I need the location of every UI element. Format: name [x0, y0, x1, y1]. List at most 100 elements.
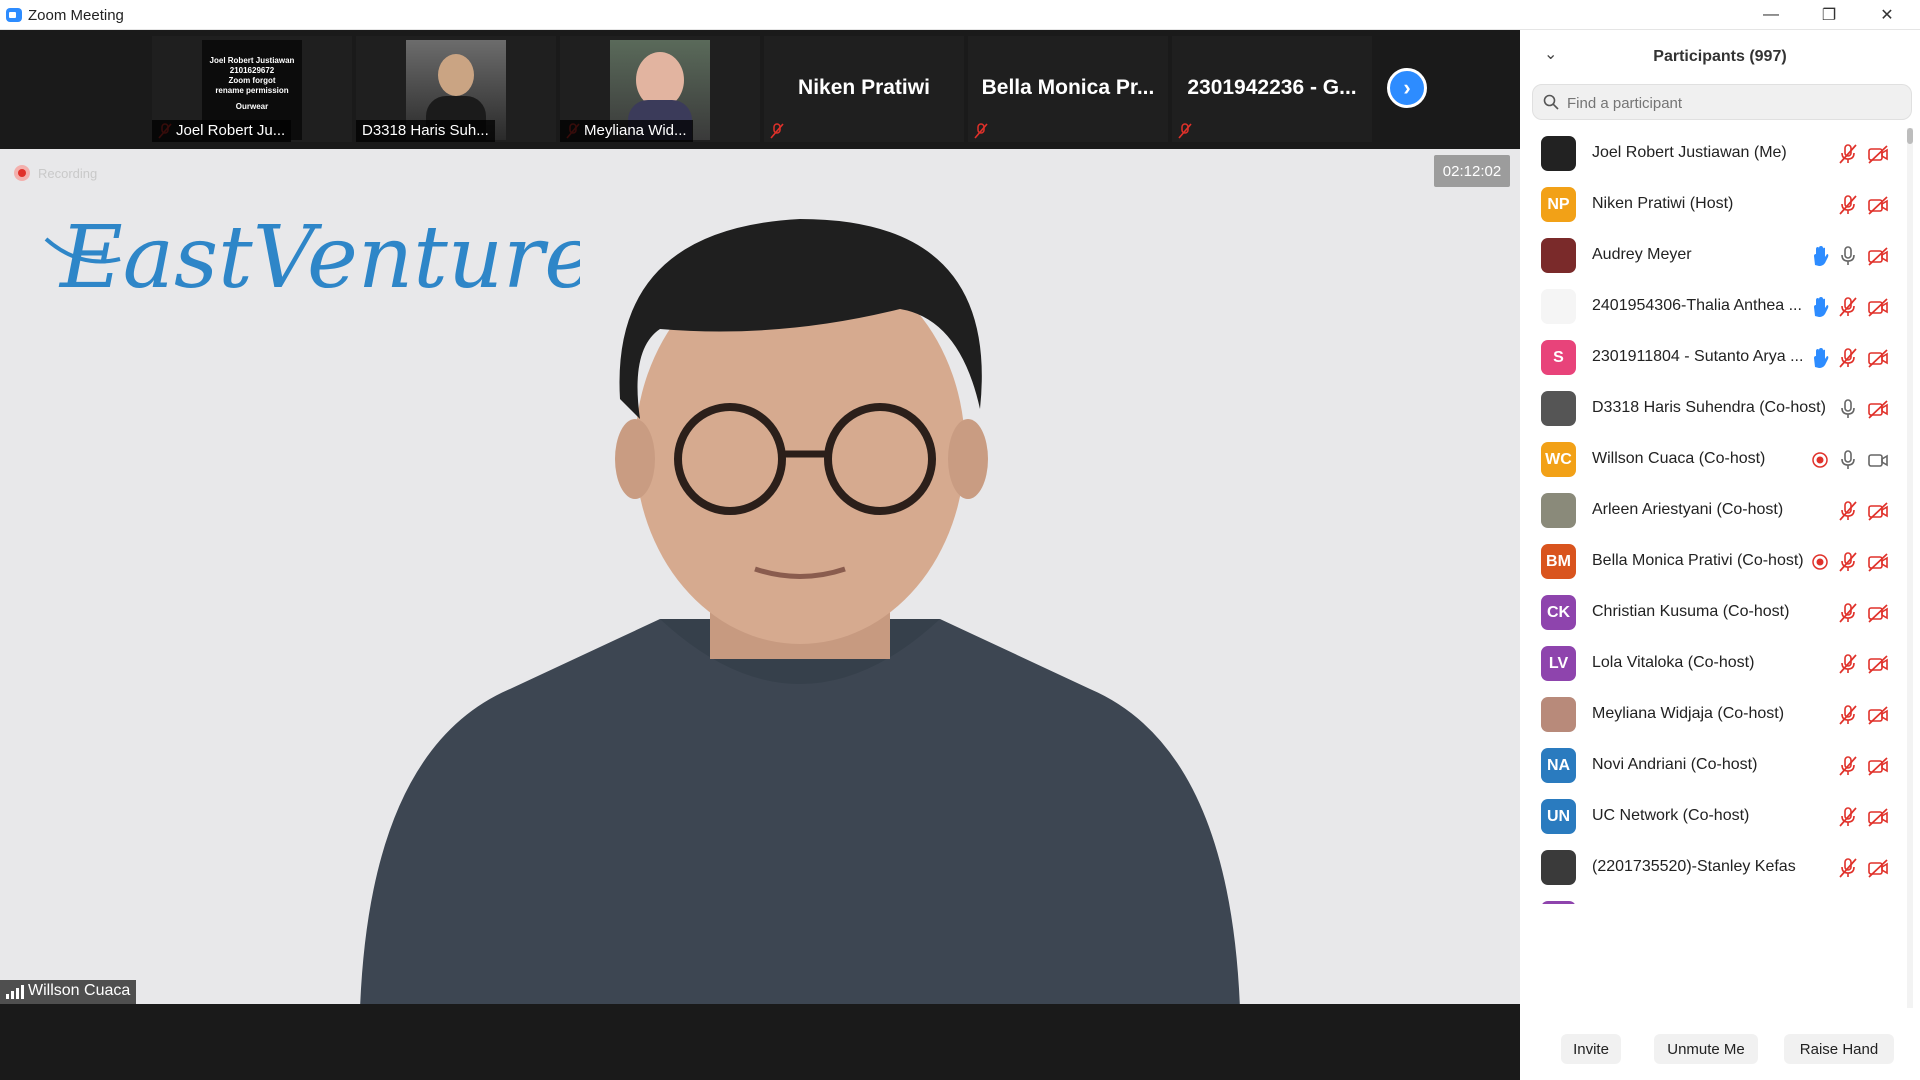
close-button[interactable]: ✕ [1858, 0, 1916, 30]
unmute-me-button[interactable]: Unmute Me [1654, 1034, 1758, 1064]
participant-list: Joel Robert Justiawan (Me) NP Niken Pratiw… [1520, 129, 1910, 904]
participant-name: D3318 Haris Suhendra (Co-host) [1592, 399, 1826, 416]
speaker-name: Willson Cuaca [28, 982, 131, 999]
participant-row[interactable]: D3318 Haris Suhendra (Co-host) [1520, 384, 1910, 435]
video-icon[interactable] [1867, 449, 1889, 471]
thumbnail-bella[interactable]: Bella Monica Pr... [968, 36, 1168, 142]
thumbnail-meyliana[interactable]: Meyliana Wid... [560, 36, 760, 142]
participant-row[interactable]: Audrey Meyer [1520, 231, 1910, 282]
title-bar: Zoom Meeting — ❐ ✕ [0, 0, 1920, 30]
participant-search[interactable] [1532, 84, 1912, 120]
video-off-icon[interactable] [1867, 704, 1889, 726]
mic-muted-icon[interactable] [1837, 500, 1859, 522]
participant-row[interactable]: BM Bella Monica Prativi (Co-host) [1520, 537, 1910, 588]
video-off-icon[interactable] [1867, 143, 1889, 165]
participant-avatar: S [1541, 340, 1576, 375]
mic-muted-icon[interactable] [1837, 551, 1859, 573]
video-off-icon[interactable] [1867, 755, 1889, 777]
video-off-icon[interactable] [1867, 857, 1889, 879]
participant-row[interactable]: LV Lola Vitaloka (Co-host) [1520, 639, 1910, 690]
mic-muted-icon [1178, 123, 1192, 139]
participant-row[interactable]: Joel Robert Justiawan (Me) [1520, 129, 1910, 180]
mic-muted-icon[interactable] [1837, 653, 1859, 675]
search-input[interactable] [1567, 92, 1897, 114]
mic-muted-icon[interactable] [1837, 704, 1859, 726]
mic-muted-icon[interactable] [1837, 296, 1859, 318]
participant-row[interactable]: (2201735520)-Stanley Kefas [1520, 843, 1910, 894]
recording-icon [1812, 452, 1828, 468]
thumbnail-joel[interactable]: Joel Robert Justiawan 2101629672 Zoom fo… [152, 36, 352, 142]
participant-row[interactable]: CK Christian Kusuma (Co-host) [1520, 588, 1910, 639]
mic-muted-icon[interactable] [1837, 806, 1859, 828]
window-title: Zoom Meeting [28, 7, 124, 24]
mic-muted-icon[interactable] [1837, 194, 1859, 216]
participant-row[interactable]: UN UC Network (Co-host) [1520, 792, 1910, 843]
mic-icon[interactable] [1837, 449, 1859, 471]
participants-header: ⌄ Participants (997) [1520, 30, 1920, 80]
participants-panel: ⌄ Participants (997) Joel Robert Justiaw… [1520, 30, 1920, 1080]
participant-list-scrollbar[interactable] [1907, 128, 1913, 1008]
recording-indicator: Recording [14, 165, 97, 181]
participant-row[interactable]: Meyliana Widjaja (Co-host) [1520, 690, 1910, 741]
participant-avatar [1541, 697, 1576, 732]
main-speaker-video: EastVentures Recording 02:12:02 Willson … [0, 149, 1520, 1004]
mic-muted-icon[interactable] [1837, 143, 1859, 165]
invite-button[interactable]: Invite [1561, 1034, 1621, 1064]
participant-avatar [1541, 391, 1576, 426]
signal-bars-icon [6, 985, 24, 999]
participant-name: (2201735520)-Stanley Kefas [1592, 858, 1796, 875]
participant-row[interactable]: Arleen Ariestyani (Co-host) [1520, 486, 1910, 537]
video-off-icon[interactable] [1867, 398, 1889, 420]
video-off-icon[interactable] [1867, 194, 1889, 216]
participant-avatar [1541, 850, 1576, 885]
raised-hand-icon [1814, 246, 1829, 266]
participant-row[interactable]: S 2301911804 - Sutanto Arya ... [1520, 333, 1910, 384]
thumbnail-2301942236[interactable]: 2301942236 - G... [1172, 36, 1372, 142]
video-off-icon[interactable] [1867, 500, 1889, 522]
video-off-icon[interactable] [1867, 551, 1889, 573]
search-icon [1543, 94, 1559, 110]
mic-muted-icon[interactable] [1837, 857, 1859, 879]
participant-avatar: CK [1541, 595, 1576, 630]
video-off-icon[interactable] [1867, 245, 1889, 267]
video-off-icon[interactable] [1867, 653, 1889, 675]
restore-button[interactable]: ❐ [1800, 0, 1858, 30]
mic-icon[interactable] [1837, 398, 1859, 420]
chevron-right-icon: › [1403, 75, 1411, 100]
participant-name: Bella Monica Prativi (Co-host) [1592, 552, 1804, 569]
participant-row[interactable]: NP Niken Pratiwi (Host) [1520, 180, 1910, 231]
scrollbar-thumb[interactable] [1907, 128, 1913, 144]
card-line: Zoom forgot [228, 76, 276, 85]
video-off-icon[interactable] [1867, 347, 1889, 369]
mic-muted-icon[interactable] [1837, 755, 1859, 777]
thumbnail-strip: Joel Robert Justiawan 2101629672 Zoom fo… [0, 30, 1520, 149]
thumbnail-haris[interactable]: D3318 Haris Suh... [356, 36, 556, 142]
card-line: 2101629672 [229, 66, 275, 75]
participant-name: 2401954306-Thalia Anthea ... [1592, 297, 1802, 314]
participant-avatar: BM [1541, 544, 1576, 579]
raise-hand-button[interactable]: Raise Hand [1784, 1034, 1894, 1064]
video-off-icon[interactable] [1867, 806, 1889, 828]
zoom-app-icon [6, 8, 22, 22]
mic-muted-icon[interactable] [1837, 602, 1859, 624]
participant-name: Lola Vitaloka (Co-host) [1592, 654, 1755, 671]
mic-muted-icon [974, 123, 988, 139]
participant-avatar: NA [1541, 748, 1576, 783]
thumbnail-niken[interactable]: Niken Pratiwi [764, 36, 964, 142]
thumbnail-name: Joel Robert Ju... [152, 120, 292, 142]
participant-row[interactable]: WC Willson Cuaca (Co-host) [1520, 435, 1910, 486]
participant-row[interactable]: NA Novi Andriani (Co-host) [1520, 741, 1910, 792]
participant-row[interactable]: (-(2201751783) - Jason Auryn Ho [1520, 894, 1910, 904]
mic-icon[interactable] [1837, 245, 1859, 267]
thumbnail-name: D3318 Haris Suh... [356, 120, 495, 142]
speaker-figure [360, 219, 1240, 1004]
next-page-button[interactable]: › [1387, 68, 1427, 108]
mic-muted-icon [770, 123, 784, 139]
video-off-icon[interactable] [1867, 296, 1889, 318]
mic-muted-icon[interactable] [1837, 347, 1859, 369]
video-off-icon[interactable] [1867, 602, 1889, 624]
participant-name: Meyliana Widjaja (Co-host) [1592, 705, 1785, 722]
participant-row[interactable]: 2401954306-Thalia Anthea ... [1520, 282, 1910, 333]
minimize-button[interactable]: — [1742, 0, 1800, 30]
raised-hand-icon [1814, 297, 1829, 317]
